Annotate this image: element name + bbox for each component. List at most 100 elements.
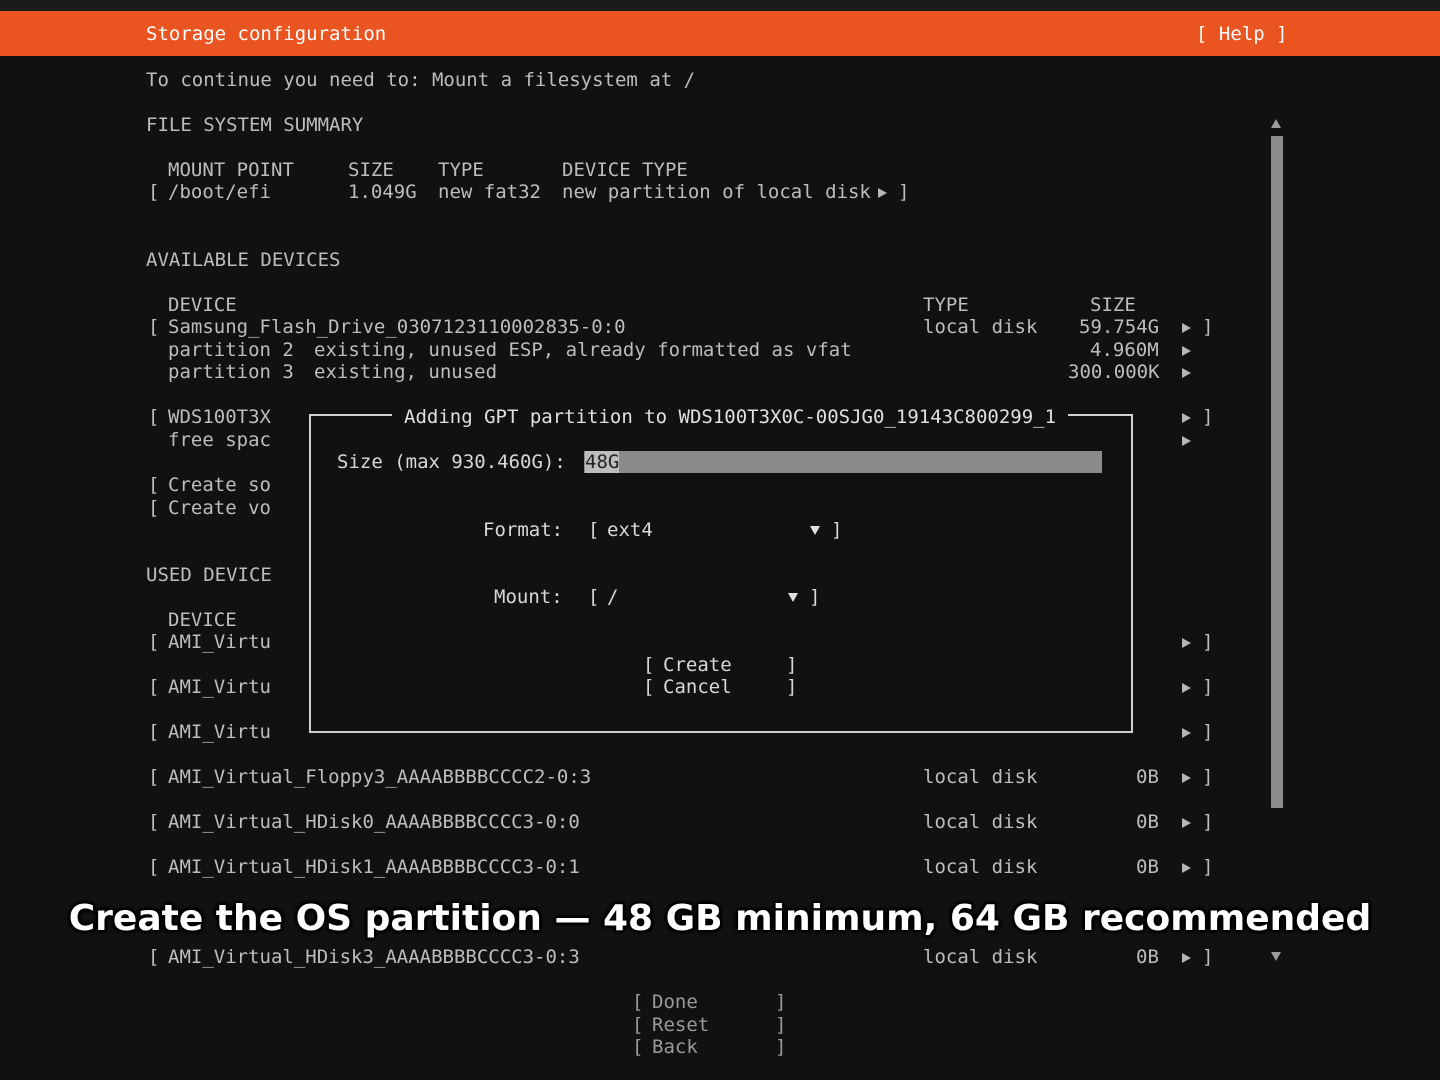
bracket-open: [	[148, 946, 160, 968]
row-arrow-icon	[1182, 766, 1191, 788]
page-title: Storage configuration	[146, 23, 387, 45]
device-type: local disk	[923, 811, 1038, 833]
row-arrow-icon	[1182, 721, 1191, 743]
device-name: AMI_Virtu	[168, 721, 271, 743]
fs-size: 1.049G	[348, 181, 417, 203]
device-size: 0B	[1136, 766, 1159, 788]
col-device: DEVICE	[168, 609, 237, 631]
scroll-down-icon[interactable]	[1271, 952, 1281, 961]
device-type: local disk	[923, 766, 1038, 788]
device-type: local disk	[923, 946, 1038, 968]
used-heading: USED DEVICE	[146, 564, 272, 586]
bracket-close: ]	[1202, 406, 1214, 428]
bracket-open: [	[148, 474, 160, 496]
bracket-open: [	[588, 519, 600, 541]
bracket-close: ]	[809, 586, 821, 608]
row-arrow-icon	[878, 181, 887, 203]
back-label: Back	[652, 1036, 698, 1058]
bracket-close: ]	[831, 519, 843, 541]
scroll-up-icon[interactable]	[1271, 119, 1281, 128]
available-heading: AVAILABLE DEVICES	[146, 249, 341, 271]
dropdown-arrow-icon	[788, 586, 798, 608]
bracket-open: [	[148, 181, 160, 203]
bracket-close: ]	[1202, 766, 1214, 788]
bracket-open: [	[588, 586, 600, 608]
device-name: WDS100T3X	[168, 406, 271, 428]
help-button[interactable]: [ Help ]	[1196, 23, 1288, 45]
instruction-text: To continue you need to: Mount a filesys…	[146, 69, 696, 91]
create-vol-label: Create vo	[168, 497, 271, 519]
bracket-close: ]	[775, 991, 787, 1013]
bracket-close: ]	[1202, 946, 1214, 968]
fs-type: new fat32	[438, 181, 541, 203]
bracket-open: [	[643, 654, 655, 676]
create-sw-label: Create so	[168, 474, 271, 496]
row-arrow-icon	[1182, 361, 1191, 383]
free-space-label: free spac	[168, 429, 271, 451]
dialog-title: Adding GPT partition to WDS100T3X0C-00SJ…	[392, 406, 1069, 428]
bracket-close: ]	[1202, 631, 1214, 653]
device-name: Samsung_Flash_Drive_0307123110002835-0:0	[168, 316, 626, 338]
row-arrow-icon	[1182, 339, 1191, 361]
device-name: AMI_Virtual_Floppy3_AAAABBBBCCCC2-0:3	[168, 766, 592, 788]
size-input[interactable]: 48G	[584, 451, 1102, 473]
bracket-close: ]	[1202, 676, 1214, 698]
fs-summary-heading: FILE SYSTEM SUMMARY	[146, 114, 364, 136]
format-label: Format:	[483, 519, 564, 541]
size-label: Size (max 930.460G):	[337, 451, 566, 473]
bracket-close: ]	[1202, 316, 1214, 338]
partition-name: partition 2	[168, 339, 294, 361]
row-arrow-icon	[1182, 856, 1191, 878]
col-mount-point: MOUNT POINT	[168, 159, 294, 181]
partition-desc: existing, unused	[314, 361, 498, 383]
col-size: SIZE	[348, 159, 394, 181]
partition-desc: existing, unused ESP, already formatted …	[314, 339, 852, 361]
bracket-open: [	[632, 1036, 644, 1058]
row-arrow-icon	[1182, 811, 1191, 833]
reset-label: Reset	[652, 1014, 710, 1036]
bracket-close: ]	[1202, 811, 1214, 833]
fs-mount: /boot/efi	[168, 181, 271, 203]
create-label: Create	[663, 654, 732, 676]
mount-label: Mount:	[494, 586, 563, 608]
done-label: Done	[652, 991, 698, 1013]
device-name: AMI_Virtual_HDisk1_AAAABBBBCCCC3-0:1	[168, 856, 580, 878]
mount-value: /	[607, 586, 619, 608]
row-arrow-icon	[1182, 946, 1191, 968]
col-type: TYPE	[923, 294, 969, 316]
bracket-close: ]	[775, 1014, 787, 1036]
device-type: local disk	[923, 856, 1038, 878]
size-value: 48G	[585, 451, 620, 473]
device-name: AMI_Virtual_HDisk3_AAAABBBBCCCC3-0:3	[168, 946, 580, 968]
dropdown-arrow-icon	[810, 519, 820, 541]
video-caption: Create the OS partition — 48 GB minimum,…	[68, 898, 1372, 939]
scrollbar[interactable]	[1271, 136, 1283, 808]
bracket-open: [	[148, 676, 160, 698]
bracket-open: [	[148, 811, 160, 833]
row-arrow-icon	[1182, 631, 1191, 653]
device-size: 59.754G	[1079, 316, 1160, 338]
bracket-open: [	[148, 497, 160, 519]
header-bar: Storage configuration [ Help ]	[0, 11, 1440, 56]
row-arrow-icon	[1182, 316, 1191, 338]
bracket-open: [	[148, 766, 160, 788]
bracket-open: [	[148, 316, 160, 338]
bracket-close: ]	[786, 654, 798, 676]
bracket-open: [	[148, 406, 160, 428]
device-name: AMI_Virtual_HDisk0_AAAABBBBCCCC3-0:0	[168, 811, 580, 833]
row-arrow-icon	[1182, 676, 1191, 698]
bracket-close: ]	[898, 181, 910, 203]
device-type: local disk	[923, 316, 1038, 338]
partition-name: partition 3	[168, 361, 294, 383]
bracket-open: [	[632, 991, 644, 1013]
bracket-open: [	[148, 856, 160, 878]
col-size: SIZE	[1090, 294, 1136, 316]
format-value: ext4	[607, 519, 653, 541]
device-size: 0B	[1136, 946, 1159, 968]
bracket-open: [	[148, 721, 160, 743]
bracket-open: [	[632, 1014, 644, 1036]
bracket-close: ]	[786, 676, 798, 698]
row-arrow-icon	[1182, 429, 1191, 451]
row-arrow-icon	[1182, 406, 1191, 428]
device-size: 0B	[1136, 811, 1159, 833]
